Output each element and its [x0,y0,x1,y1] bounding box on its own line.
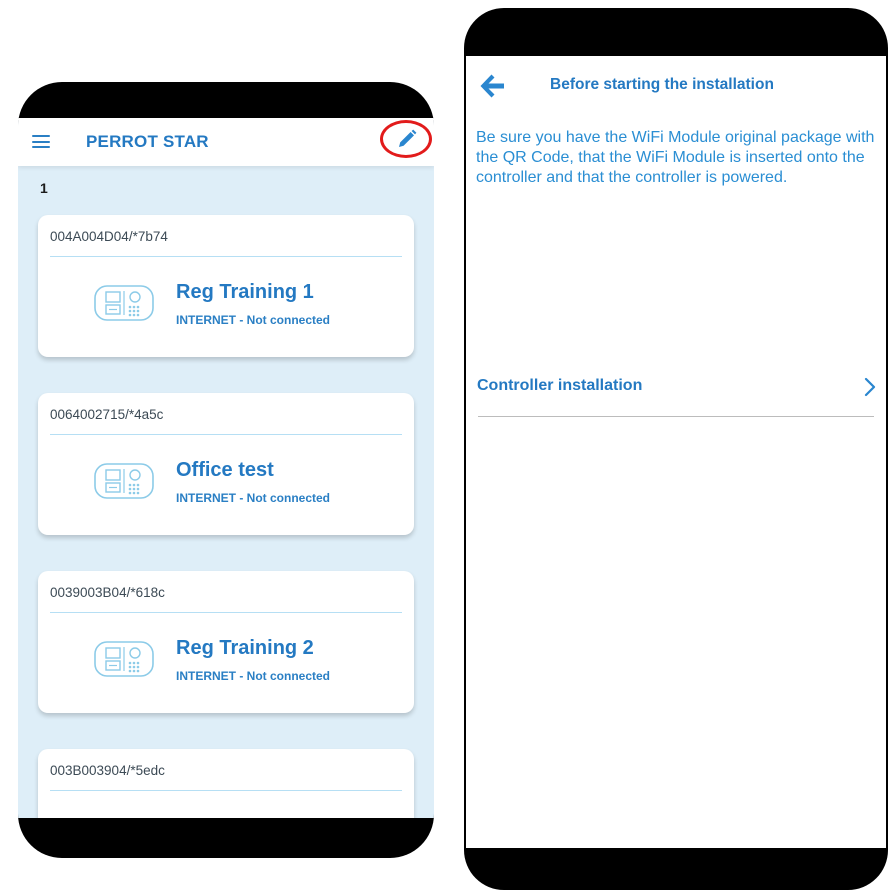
card-divider [50,612,402,613]
card-divider [50,256,402,257]
arrow-left-icon[interactable] [478,72,506,100]
edit-button[interactable] [380,120,432,158]
device-card[interactable]: 0039003B04/*618c Reg Training 2 INTERNET… [38,571,414,713]
card-divider [50,434,402,435]
device-name: Office test [176,459,274,481]
device-card[interactable]: 0064002715/*4a5c Office test INTERNET - … [38,393,414,535]
device-id: 003B003904/*5edc [50,763,165,778]
device-card[interactable]: 003B003904/*5edc [38,749,414,818]
card-divider [50,790,402,791]
list-count: 1 [40,180,48,196]
device-status: INTERNET - Not connected [176,491,331,505]
item-divider [478,416,874,417]
controller-icon [94,285,154,321]
controller-list-screen: PERROT STAR 1 004A004D04/*7b74 Reg Train… [18,118,434,818]
controller-icon [94,641,154,677]
app-header: PERROT STAR [18,118,434,166]
pencil-edit-icon [399,129,417,147]
app-title: PERROT STAR [86,132,209,151]
page-title: Before starting the installation [550,76,774,93]
controller-icon [94,463,154,499]
instruction-text: Be sure you have the WiFi Module origina… [476,129,875,186]
controller-installation-label: Controller installation [477,377,643,394]
device-card[interactable]: 004A004D04/*7b74 Reg Training 1 INTERNET… [38,215,414,357]
device-name: Reg Training 1 [176,281,314,303]
device-name: Reg Training 2 [176,637,314,659]
right-phone-frame: Before starting the installation Be sure… [464,8,888,890]
device-id: 004A004D04/*7b74 [50,229,168,244]
controller-installation-item[interactable]: Controller installation [466,362,886,416]
device-id: 0039003B04/*618c [50,585,165,600]
device-id: 0064002715/*4a5c [50,407,164,422]
hamburger-menu-icon[interactable] [32,135,50,148]
device-status: INTERNET - Not connected [176,313,331,327]
chevron-right-icon [864,377,876,397]
installation-screen: Before starting the installation Be sure… [466,56,886,848]
left-phone-frame: PERROT STAR 1 004A004D04/*7b74 Reg Train… [18,82,434,858]
device-status: INTERNET - Not connected [176,669,331,683]
